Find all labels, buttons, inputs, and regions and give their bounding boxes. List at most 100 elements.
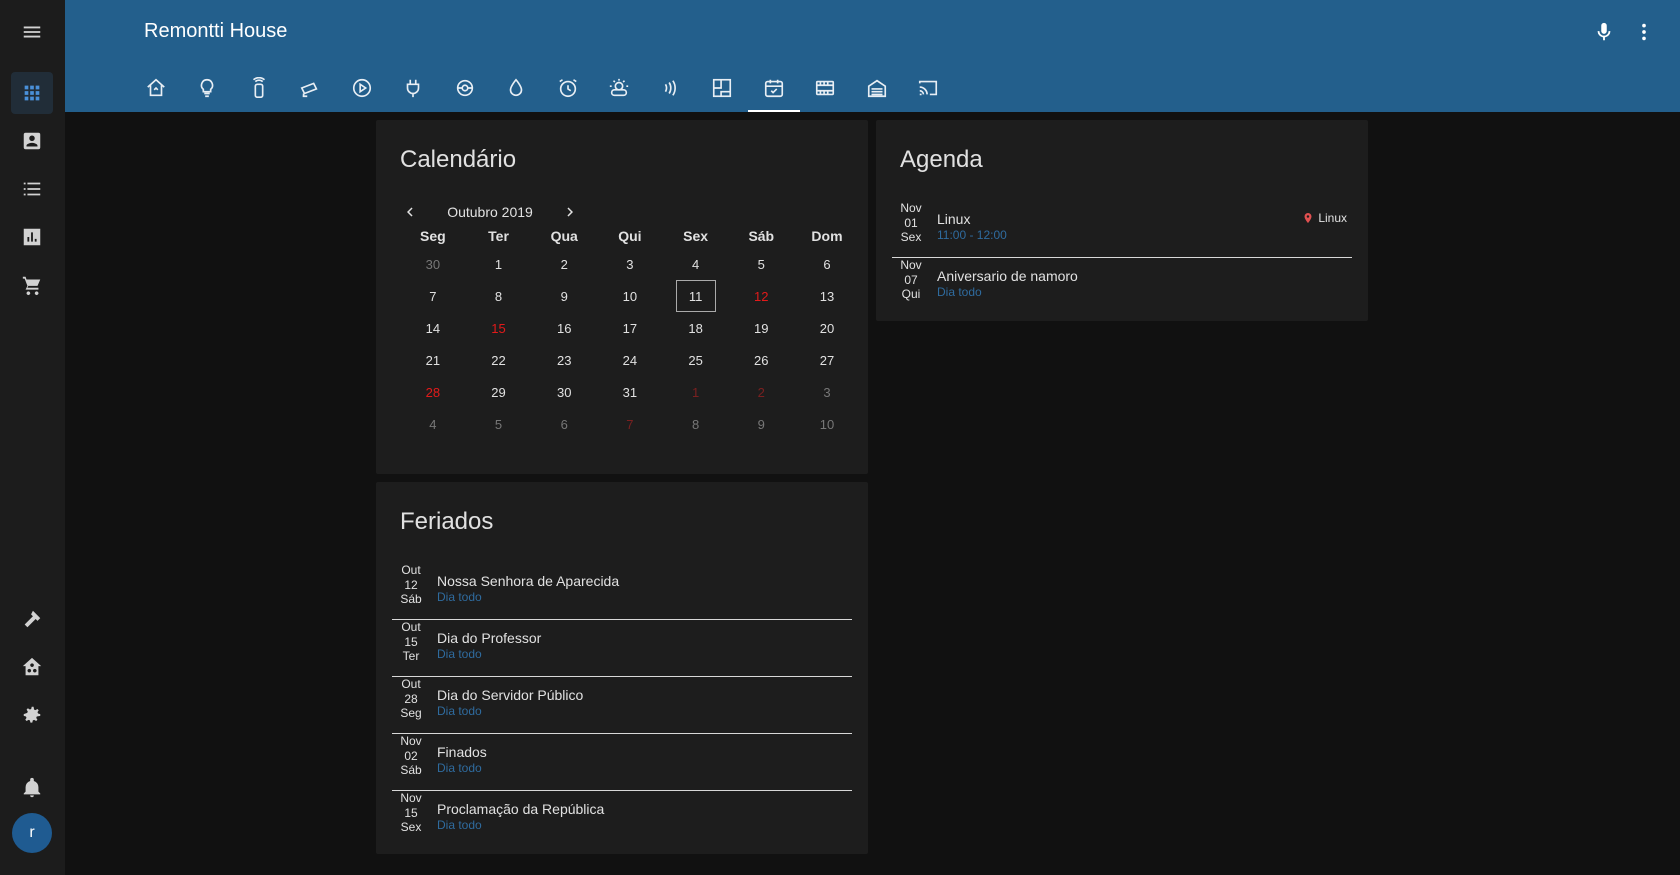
sidebar-item-map[interactable] — [11, 120, 53, 162]
weather-icon — [610, 78, 629, 97]
event-row[interactable]: Nov 01 Sex Linux 11:00 - 12:00 Linux — [892, 201, 1352, 258]
wifi-signal-icon — [664, 80, 676, 96]
calendar-day[interactable]: 9 — [728, 408, 794, 440]
event-row[interactable]: Out 28 Seg Dia do Servidor Público Dia todo — [392, 677, 852, 734]
calendar-day[interactable]: 24 — [597, 344, 663, 376]
notifications-button[interactable] — [11, 767, 53, 809]
calendar-day[interactable]: 9 — [531, 280, 597, 312]
calendar-day[interactable]: 7 — [597, 408, 663, 440]
calendar-day[interactable]: 8 — [663, 408, 729, 440]
tab-play-circle[interactable] — [336, 64, 388, 112]
calendar-day[interactable]: 4 — [400, 408, 466, 440]
calendar-day[interactable]: 7 — [400, 280, 466, 312]
tab-remote[interactable] — [233, 64, 285, 112]
sidebar-item-history[interactable] — [11, 216, 53, 258]
tab-vacuum-robot[interactable] — [439, 64, 491, 112]
calendar-day[interactable]: 31 — [597, 376, 663, 408]
calendar-day[interactable]: 22 — [466, 344, 532, 376]
calendar-week-row: 28 29 30 31 1 2 3 — [400, 376, 860, 408]
calendar-day[interactable]: 23 — [531, 344, 597, 376]
calendar-day[interactable]: 2 — [728, 376, 794, 408]
chevron-right-icon — [567, 207, 573, 217]
calendar-day[interactable]: 8 — [466, 280, 532, 312]
calendar-day[interactable]: 12 — [728, 280, 794, 312]
calendar-day[interactable]: 27 — [794, 344, 860, 376]
weekday-label: Qua — [550, 228, 578, 244]
tab-water-drop[interactable] — [491, 64, 543, 112]
calendar-week-row: 30 1 2 3 4 5 6 — [400, 248, 860, 280]
calendar-day[interactable]: 1 — [466, 248, 532, 280]
calendar-day[interactable]: 16 — [531, 312, 597, 344]
calendar-day[interactable]: 14 — [400, 312, 466, 344]
tab-floor-plan[interactable] — [697, 64, 749, 112]
calendar-day[interactable]: 10 — [794, 408, 860, 440]
tab-weather[interactable] — [594, 64, 646, 112]
event-title: Nossa Senhora de Aparecida — [437, 573, 620, 589]
calendar-day[interactable]: 19 — [728, 312, 794, 344]
tab-cctv[interactable] — [285, 64, 337, 112]
event-date: Out 15 Ter — [401, 620, 421, 663]
event-row[interactable]: Out 12 Sáb Nossa Senhora de Aparecida Dia to… — [392, 563, 852, 620]
sidebar-item-logbook[interactable] — [11, 168, 53, 210]
calendar-day[interactable]: 21 — [400, 344, 466, 376]
calendar-day[interactable]: 6 — [794, 248, 860, 280]
event-row[interactable]: Out 15 Ter Dia do Professor Dia todo — [392, 620, 852, 677]
event-row[interactable]: Nov 02 Sáb Finados Dia todo — [392, 734, 852, 791]
previous-month-button[interactable] — [400, 202, 420, 222]
app-header: Remontti House — [65, 0, 1680, 112]
tab-home-automation[interactable] — [130, 64, 182, 112]
sidebar-item-hacs[interactable] — [11, 646, 53, 688]
calendar-week-row: 21 22 23 24 25 26 27 — [400, 344, 860, 376]
calendar-day[interactable]: 25 — [663, 344, 729, 376]
calendar-week-row: 4 5 6 7 8 9 10 — [400, 408, 860, 440]
tab-cast[interactable] — [903, 64, 955, 112]
calendar-day[interactable]: 30 — [400, 248, 466, 280]
calendar-day[interactable]: 4 — [663, 248, 729, 280]
calendar-day[interactable]: 15 — [466, 312, 532, 344]
calendar-day[interactable]: 29 — [466, 376, 532, 408]
event-title: Dia do Professor — [437, 630, 542, 646]
hamburger-menu-icon[interactable] — [11, 11, 53, 53]
event-time: 11:00 - 12:00 — [937, 228, 1007, 242]
calendar-day[interactable]: 28 — [400, 376, 466, 408]
calendar-day-today[interactable]: 11 — [663, 280, 729, 312]
calendar-day[interactable]: 13 — [794, 280, 860, 312]
tab-alarm-clock[interactable] — [542, 64, 594, 112]
month-label: Outubro 2019 — [447, 204, 533, 220]
event-time: Dia todo — [937, 285, 982, 299]
more-options-button[interactable] — [1628, 16, 1660, 48]
calendar-day[interactable]: 30 — [531, 376, 597, 408]
calendar-day[interactable]: 20 — [794, 312, 860, 344]
tab-lightbulb[interactable] — [182, 64, 234, 112]
calendar-day[interactable]: 1 — [663, 376, 729, 408]
tab-film[interactable] — [800, 64, 852, 112]
event-row[interactable]: Nov 07 Qui Aniversario de namoro Dia todo — [892, 258, 1352, 315]
sidebar-item-overview[interactable] — [11, 72, 53, 114]
calendar-day[interactable]: 5 — [728, 248, 794, 280]
calendar-day[interactable]: 5 — [466, 408, 532, 440]
sidebar-item-shopping-list[interactable] — [11, 264, 53, 306]
avatar[interactable]: r — [12, 813, 52, 853]
calendar-day[interactable]: 26 — [728, 344, 794, 376]
calendar-day[interactable]: 3 — [794, 376, 860, 408]
sidebar-item-configuration[interactable] — [11, 694, 53, 736]
calendar-day[interactable]: 18 — [663, 312, 729, 344]
calendar-day[interactable]: 2 — [531, 248, 597, 280]
event-row[interactable]: Nov 15 Sex Proclamação da República Dia todo — [392, 791, 852, 848]
event-date: Nov 01 Sex — [900, 201, 922, 244]
calendar-day[interactable]: 3 — [597, 248, 663, 280]
microphone-button[interactable] — [1588, 16, 1620, 48]
event-time: Dia todo — [437, 818, 482, 832]
garage-icon — [867, 79, 886, 98]
calendar-day[interactable]: 17 — [597, 312, 663, 344]
calendar-day[interactable]: 10 — [597, 280, 663, 312]
tab-power-plug[interactable] — [388, 64, 440, 112]
home-automation-icon — [146, 78, 165, 97]
calendar-card: Calendário Outubro 2019 Seg Ter Qua Qui Sex S… — [376, 120, 868, 474]
next-month-button[interactable] — [560, 202, 580, 222]
sidebar-item-developer-tools[interactable] — [11, 598, 53, 640]
tab-calendar[interactable] — [748, 64, 800, 112]
tab-wifi-signal[interactable] — [645, 64, 697, 112]
tab-garage[interactable] — [851, 64, 903, 112]
calendar-day[interactable]: 6 — [531, 408, 597, 440]
